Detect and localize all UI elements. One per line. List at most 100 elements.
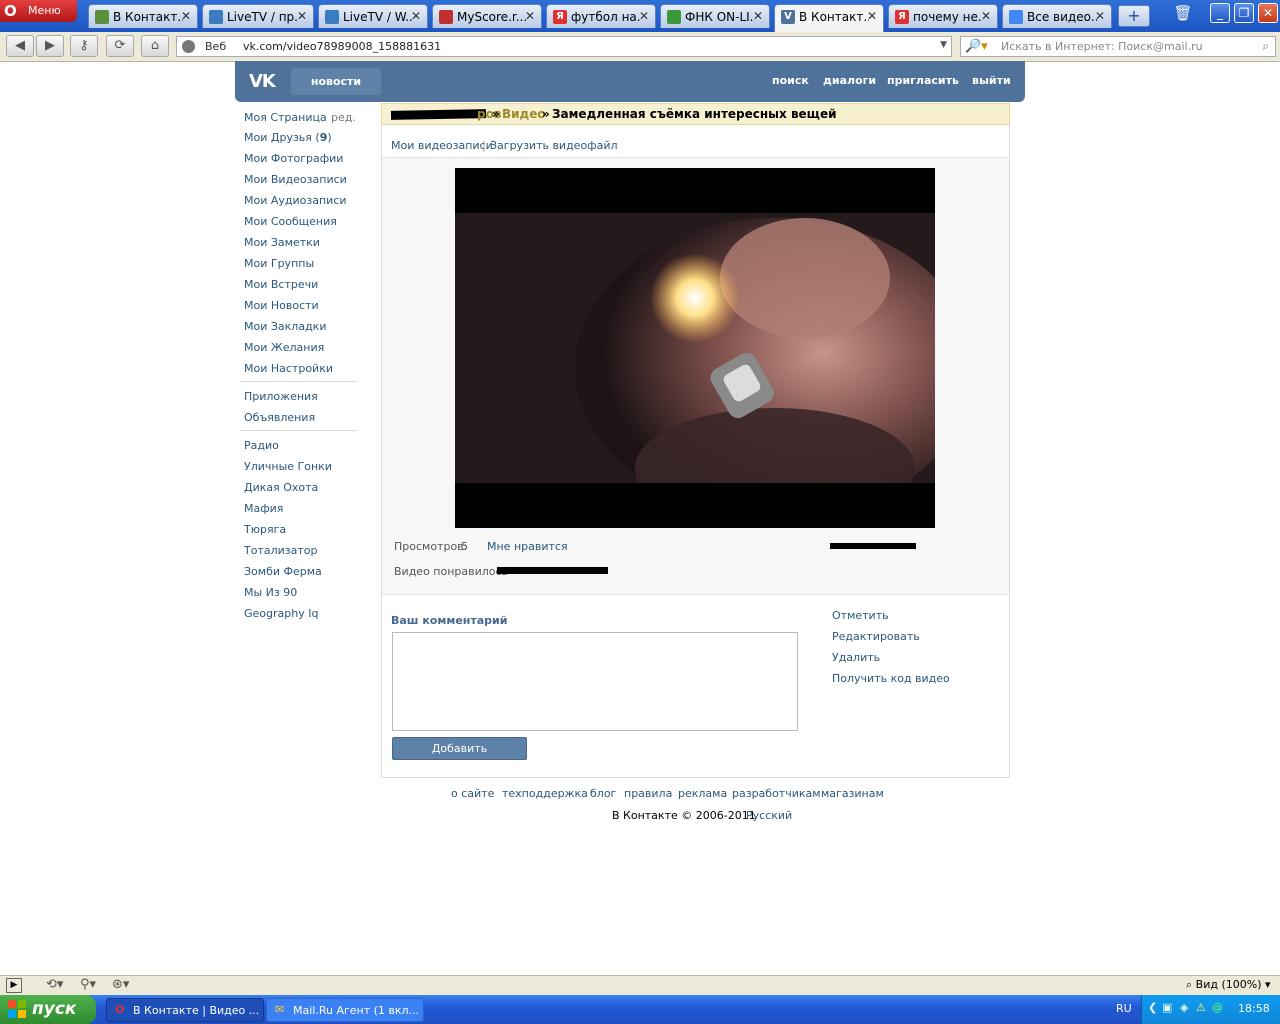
comment-input[interactable] bbox=[392, 632, 798, 731]
nav-settings[interactable]: Мои Настройки bbox=[244, 362, 333, 375]
forward-button[interactable]: ▶ bbox=[36, 35, 64, 57]
opera-menu-button[interactable]: O Меню bbox=[0, 0, 77, 22]
panel-toggle-icon[interactable]: ▶ bbox=[6, 978, 22, 993]
key-icon[interactable]: ⚷ bbox=[70, 35, 98, 57]
delete-link[interactable]: Удалить bbox=[832, 651, 880, 664]
invite-link[interactable]: пригласить bbox=[887, 74, 959, 87]
tag-link[interactable]: Отметить bbox=[832, 609, 889, 622]
close-icon[interactable]: ✕ bbox=[297, 9, 307, 23]
close-icon[interactable]: ✕ bbox=[181, 9, 191, 23]
close-icon[interactable]: ✕ bbox=[753, 9, 763, 23]
back-button[interactable]: ◀ bbox=[6, 35, 34, 57]
close-icon[interactable]: ✕ bbox=[1095, 9, 1105, 23]
logout-link[interactable]: выйти bbox=[972, 74, 1011, 87]
share-icon[interactable]: ⚲▾ bbox=[80, 977, 96, 992]
nav-app-mafia[interactable]: Мафия bbox=[244, 502, 283, 515]
nav-app-totalizator[interactable]: Тотализатор bbox=[244, 544, 318, 557]
speaker-icon[interactable]: ◈ bbox=[1180, 1001, 1188, 1014]
close-icon[interactable]: ✕ bbox=[411, 9, 421, 23]
footer-developers[interactable]: разработчикам bbox=[732, 787, 821, 800]
reload-button[interactable]: ⟳ bbox=[106, 35, 134, 57]
url-field[interactable]: Веб vk.com/video78989008_158881631 ▼ bbox=[176, 36, 952, 57]
tab-yandex-why[interactable]: Я почему не... ✕ bbox=[888, 4, 998, 28]
tab-vk-active[interactable]: V В Контакт... ✕ bbox=[774, 4, 884, 32]
search-link[interactable]: поиск bbox=[772, 74, 809, 87]
restore-button[interactable]: ❐ bbox=[1234, 3, 1254, 23]
chevron-down-icon[interactable]: ▼ bbox=[940, 40, 947, 50]
footer-support[interactable]: техподдержка bbox=[502, 787, 588, 800]
nav-app-prison[interactable]: Тюряга bbox=[244, 523, 286, 536]
tab-vk-1[interactable]: В Контакт... ✕ bbox=[88, 4, 198, 28]
close-icon[interactable]: ✕ bbox=[867, 9, 877, 23]
nav-app-street-racing[interactable]: Уличные Гонки bbox=[244, 460, 332, 473]
trash-icon[interactable]: 🗑 bbox=[1172, 4, 1194, 26]
network-icon[interactable]: ▣ bbox=[1162, 1001, 1172, 1014]
nav-audio[interactable]: Мои Аудиозаписи bbox=[244, 194, 347, 207]
search-icon[interactable]: ⌕ bbox=[1262, 39, 1269, 54]
like-link[interactable]: Мне нравится bbox=[487, 540, 568, 553]
breadcrumb-video[interactable]: Видео bbox=[502, 107, 546, 121]
nav-photos[interactable]: Мои Фотографии bbox=[244, 152, 343, 165]
close-icon[interactable]: ✕ bbox=[639, 9, 649, 23]
get-embed-code-link[interactable]: Получить код видео bbox=[832, 672, 950, 685]
nav-groups[interactable]: Мои Группы bbox=[244, 257, 314, 270]
close-window-button[interactable]: ✕ bbox=[1258, 3, 1278, 23]
nav-videos[interactable]: Мои Видеозаписи bbox=[244, 173, 347, 186]
news-link[interactable]: новости bbox=[291, 68, 381, 95]
nav-app-zombie-farm[interactable]: Зомби Ферма bbox=[244, 565, 322, 578]
nav-notes[interactable]: Мои Заметки bbox=[244, 236, 320, 249]
nav-friends[interactable]: Мои Друзья (9) bbox=[244, 131, 332, 144]
nav-bookmarks[interactable]: Мои Закладки bbox=[244, 320, 326, 333]
nav-app-my-iz-90[interactable]: Мы Из 90 bbox=[244, 586, 297, 599]
fnk-icon bbox=[667, 10, 681, 24]
tab-myscore[interactable]: MyScore.r... ✕ bbox=[432, 4, 542, 28]
language-link[interactable]: Русский bbox=[746, 809, 792, 822]
nav-wishes[interactable]: Мои Желания bbox=[244, 341, 324, 354]
warning-icon[interactable]: ⚠ bbox=[1196, 1001, 1206, 1014]
footer-rules[interactable]: правила bbox=[624, 787, 672, 800]
tray-expand-icon[interactable]: ❮ bbox=[1148, 1001, 1157, 1014]
footer-ads[interactable]: реклама bbox=[678, 787, 727, 800]
close-icon[interactable]: ✕ bbox=[525, 9, 535, 23]
taskbar-item-mailru-agent[interactable]: ✉ Mail.Ru Агент (1 вкл... bbox=[266, 998, 424, 1022]
nav-messages[interactable]: Мои Сообщения bbox=[244, 215, 337, 228]
close-icon[interactable]: ✕ bbox=[981, 9, 991, 23]
zoom-control[interactable]: ⌕ Вид (100%) ▾ bbox=[1186, 978, 1271, 992]
footer-about[interactable]: о сайте bbox=[451, 787, 494, 800]
tab-livetv-2[interactable]: LiveTV / W... ✕ bbox=[318, 4, 428, 28]
nav-ads[interactable]: Объявления bbox=[244, 411, 315, 424]
nav-app-wild-hunt[interactable]: Дикая Охота bbox=[244, 481, 318, 494]
nav-apps[interactable]: Приложения bbox=[244, 390, 318, 403]
video-player[interactable] bbox=[455, 168, 935, 528]
dialogs-link[interactable]: диалоги bbox=[823, 74, 876, 87]
add-comment-button[interactable]: Добавить комментарий bbox=[392, 737, 527, 776]
tab-livetv-1[interactable]: LiveTV / пр... ✕ bbox=[202, 4, 314, 28]
nav-events[interactable]: Мои Встречи bbox=[244, 278, 318, 291]
nav-app-radio[interactable]: Радио bbox=[244, 439, 279, 452]
nav-edit[interactable]: ред. bbox=[331, 111, 356, 124]
upload-video-link[interactable]: Загрузить видеофайл bbox=[490, 139, 618, 152]
nav-app-geography-iq[interactable]: Geography Iq bbox=[244, 607, 318, 620]
language-indicator[interactable]: RU bbox=[1116, 1002, 1132, 1015]
vk-logo[interactable]: VK bbox=[249, 71, 276, 92]
home-button[interactable]: ⌂ bbox=[141, 35, 169, 57]
edit-link[interactable]: Редактировать bbox=[832, 630, 920, 643]
mail-agent-icon[interactable]: @ bbox=[1212, 1001, 1223, 1014]
footer-shops[interactable]: магазинам bbox=[821, 787, 884, 800]
url-text: vk.com/video78989008_158881631 bbox=[243, 40, 442, 53]
tab-fnk[interactable]: ФНК ON-LI... ✕ bbox=[660, 4, 770, 28]
my-videos-link[interactable]: Мои видеозаписи bbox=[391, 139, 493, 152]
turbo-icon[interactable]: ⊛▾ bbox=[112, 977, 129, 992]
nav-my-page[interactable]: Моя Страница bbox=[244, 111, 327, 124]
search-input[interactable]: 🔎▾ Искать в Интернет: Поиск@mail.ru ⌕ bbox=[960, 36, 1276, 57]
tab-google-video[interactable]: Все видео... ✕ bbox=[1002, 4, 1112, 28]
minimize-button[interactable]: _ bbox=[1210, 3, 1230, 23]
sync-icon[interactable]: ⟲▾ bbox=[46, 977, 63, 992]
taskbar-item-opera[interactable]: O В Контакте | Видео ... bbox=[106, 998, 264, 1022]
search-engine-icon[interactable]: 🔎▾ bbox=[965, 39, 988, 54]
start-button[interactable]: пуск bbox=[0, 995, 96, 1024]
tab-yandex-football[interactable]: Я футбол на... ✕ bbox=[546, 4, 656, 28]
footer-blog[interactable]: блог bbox=[590, 787, 616, 800]
nav-news[interactable]: Мои Новости bbox=[244, 299, 319, 312]
new-tab-button[interactable]: + bbox=[1118, 5, 1150, 27]
